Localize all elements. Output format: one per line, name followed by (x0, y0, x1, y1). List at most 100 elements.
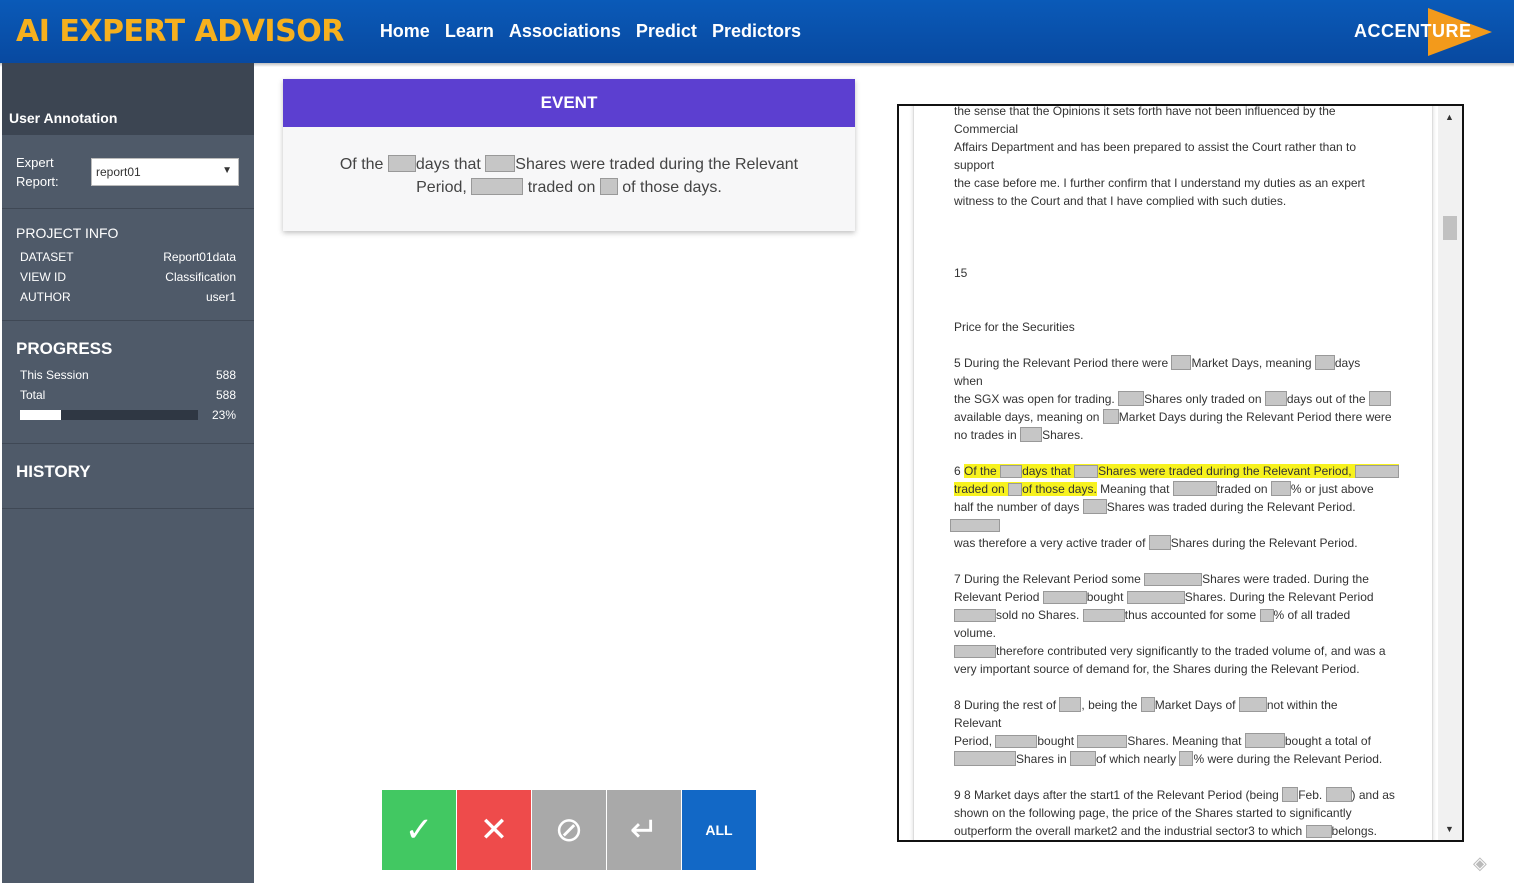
return-button[interactable]: ↵ (607, 790, 682, 870)
redacted-box (1059, 697, 1082, 712)
redacted-box (1171, 355, 1192, 370)
doc-line: shown on the following page, the price o… (954, 806, 1352, 820)
redacted-box (1282, 787, 1299, 802)
nav-predict[interactable]: Predict (636, 21, 697, 42)
view-id-label: VIEW ID (20, 270, 67, 284)
progress-section: PROGRESS This Session 588 Total 588 23% (2, 321, 254, 444)
doc-line: witness to the Court and that I have com… (954, 194, 1287, 208)
report-select[interactable]: report01 ▼ (91, 157, 239, 186)
redacted-box (1354, 465, 1399, 478)
this-session-value: 588 (215, 368, 236, 382)
chevron-down-icon: ▼ (222, 164, 232, 176)
feedback-icon[interactable]: ◈ (1473, 853, 1493, 873)
doc-line: available days, meaning on Market Days d… (954, 409, 1392, 424)
doc-line: Period, bought Shares. Meaning that boug… (954, 733, 1371, 748)
skip-button[interactable]: ⊘ (532, 790, 607, 870)
redacted-box (1118, 391, 1145, 406)
scroll-down-icon[interactable]: ▼ (1445, 824, 1454, 834)
nav-learn[interactable]: Learn (445, 21, 494, 42)
doc-line: was therefore a very active trader of Sh… (954, 535, 1358, 550)
accenture-logo: ACCENTURE (1352, 8, 1492, 56)
doc-line: Relevant Period bought Shares. During th… (954, 590, 1374, 604)
doc-line: 7 (954, 840, 1432, 842)
redacted-box (1102, 409, 1119, 424)
top-navbar: AI EXPERT ADVISOR Home Learn Association… (0, 0, 1514, 63)
nav-predictors[interactable]: Predictors (712, 21, 801, 42)
total-value: 588 (215, 388, 236, 402)
redacted-box (1179, 751, 1194, 766)
total-label: Total (20, 388, 46, 402)
event-text-part: days that (415, 156, 481, 173)
redacted-box (1305, 825, 1332, 838)
doc-line: Commercial (954, 122, 1019, 136)
progress-row: 23% (16, 405, 240, 422)
redacted-box (1259, 609, 1274, 622)
redacted-box (1144, 573, 1203, 586)
project-info: PROJECT INFO DATASET Report01data VIEW ID… (2, 209, 254, 321)
check-icon: ✓ (404, 811, 434, 849)
accept-button[interactable]: ✓ (382, 790, 457, 870)
redacted-box (1070, 751, 1097, 766)
event-text: Of the days that Shares were traded duri… (283, 127, 855, 199)
redacted-box (1314, 355, 1335, 370)
doc-line: the sense that the Opinions it sets fort… (954, 104, 1336, 118)
history-title[interactable]: HISTORY (16, 444, 240, 482)
redacted-box (954, 609, 996, 622)
doc-line: outperform the overall market2 and the i… (954, 824, 1377, 838)
redacted-box (1244, 733, 1285, 748)
redacted-box (954, 645, 996, 658)
doc-line: traded on of those days. Meaning that tr… (954, 481, 1374, 496)
scroll-up-icon[interactable]: ▲ (1445, 112, 1454, 122)
nav-associations[interactable]: Associations (509, 21, 621, 42)
redacted-box (1077, 735, 1128, 748)
history-section: HISTORY (2, 444, 254, 509)
author-label: AUTHOR (20, 290, 71, 304)
redacted-box (1368, 391, 1391, 406)
sidebar-title: User Annotation (2, 63, 254, 135)
reject-button[interactable]: ✕ (457, 790, 532, 870)
document-viewer[interactable]: the sense that the Opinions it sets fort… (897, 104, 1464, 842)
doc-heading: Price for the Securities (954, 320, 1075, 334)
doc-line: 5 During the Relevant Period there were … (954, 355, 1361, 370)
doc-line: half the number of days Shares was trade… (954, 499, 1356, 514)
doc-line: when (954, 374, 983, 388)
doc-line: Affairs Department and has been prepared… (954, 140, 1357, 154)
redacted-box (1074, 465, 1099, 478)
doc-line: the case before me. I further confirm th… (954, 176, 1365, 190)
doc-line: support (954, 158, 995, 172)
event-title: EVENT (283, 79, 855, 127)
redacted-box (1148, 535, 1171, 550)
this-session-label: This Session (20, 368, 89, 382)
page-number: 15 (954, 266, 968, 280)
document-page: the sense that the Opinions it sets fort… (913, 104, 1433, 842)
doc-line: volume. (954, 626, 997, 640)
redacted-box (954, 751, 1016, 766)
project-view-id: VIEW ID Classification (16, 267, 240, 287)
doc-line: the SGX was open for trading. Shares onl… (954, 390, 1432, 408)
logo-text: ACCENTURE (1354, 21, 1472, 41)
redacted-box (1270, 481, 1291, 496)
redacted-box (1008, 483, 1023, 496)
document-scrollbar[interactable]: ▲ ▼ (1438, 106, 1462, 840)
annotation-actions: ✓ ✕ ⊘ ↵ ALL (382, 790, 757, 870)
project-author: AUTHOR user1 (16, 287, 240, 307)
main-nav: Home Learn Associations Predict Predicto… (380, 21, 816, 42)
sidebar: User Annotation Expert Report: report01 … (2, 63, 254, 883)
brand-logo[interactable]: AI EXPERT ADVISOR (16, 14, 344, 49)
progress-total: Total 588 (16, 385, 240, 405)
redacted-box (1000, 465, 1023, 478)
redacted-box (995, 735, 1038, 748)
report-label: Expert Report: (16, 154, 59, 189)
x-icon: ✕ (479, 811, 509, 849)
doc-line: very important source of demand for, the… (954, 662, 1360, 676)
doc-line: Shares in of which nearly % were during … (954, 750, 1432, 768)
redacted-box (485, 155, 516, 172)
nav-home[interactable]: Home (380, 21, 430, 42)
redacted-box (1042, 591, 1087, 604)
all-button[interactable]: ALL (682, 790, 757, 870)
doc-line: no trades in Shares. (954, 427, 1084, 442)
project-dataset: DATASET Report01data (16, 247, 240, 267)
progress-this-session: This Session 588 (16, 365, 240, 385)
scrollbar-thumb[interactable] (1443, 216, 1457, 240)
view-id-value: Classification (165, 270, 236, 284)
